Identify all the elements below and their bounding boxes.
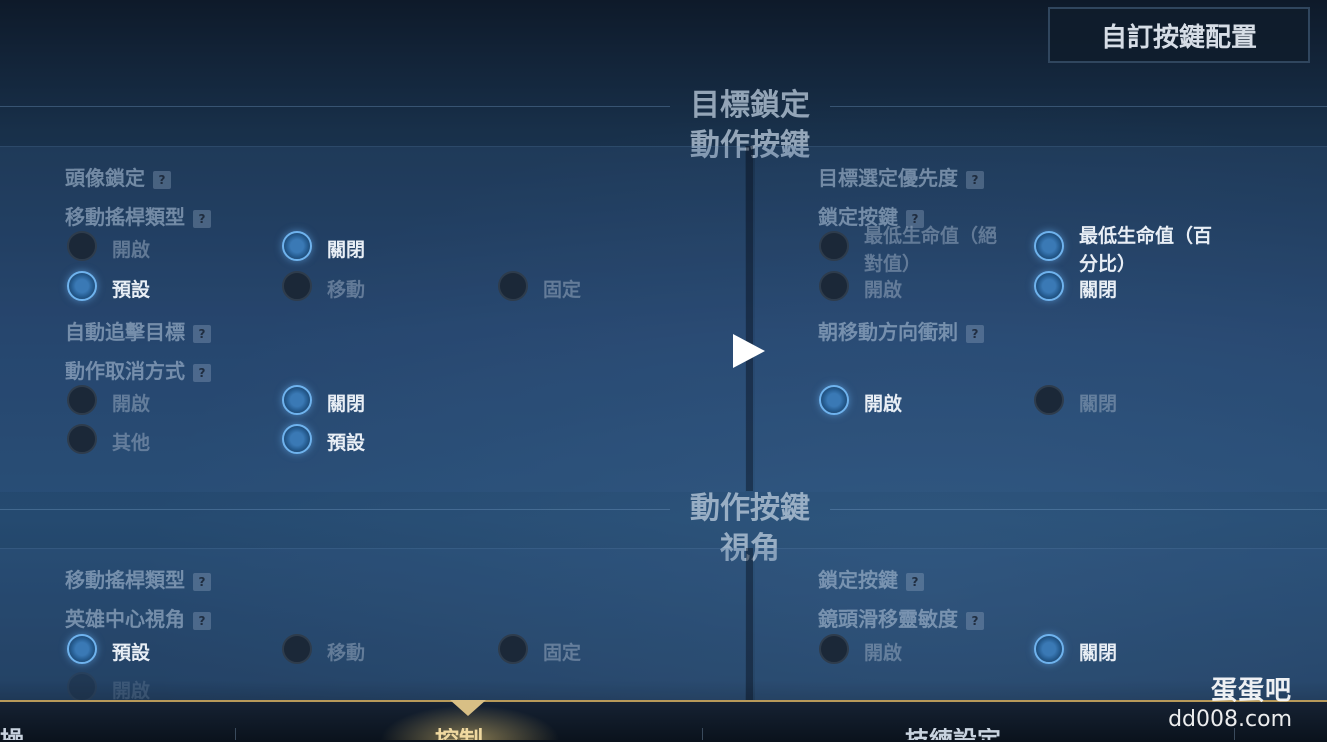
setting-auto-chase: 自動追擊目標? — [65, 316, 211, 345]
radio-cancel-off[interactable] — [282, 385, 312, 415]
help-icon[interactable]: ? — [966, 324, 984, 343]
section-title-target-lock: 目標鎖定 — [690, 88, 810, 123]
radio-camera-on[interactable] — [819, 634, 849, 664]
radio-cancel-other[interactable] — [67, 424, 97, 454]
setting-cancel-mode: 動作取消方式? — [65, 355, 211, 384]
section-divider-left — [0, 509, 670, 510]
option-label: 最低生命值（百 — [1079, 225, 1213, 247]
option-label: 固定 — [543, 642, 582, 664]
setting-joystick-type-2: 移動搖桿類型? — [65, 564, 211, 593]
radio-camera-off[interactable] — [1034, 634, 1064, 664]
setting-joystick-type: 移動搖桿類型? — [65, 201, 211, 230]
radio-cancel-default[interactable] — [282, 424, 312, 454]
help-icon[interactable]: ? — [966, 611, 984, 630]
tab-operation[interactable]: 操 — [0, 728, 24, 740]
help-icon[interactable]: ? — [966, 170, 984, 189]
help-icon[interactable]: ? — [153, 170, 171, 189]
option-label: 開啟 — [864, 279, 903, 301]
radio-dash-on[interactable] — [819, 385, 849, 415]
panel-divider — [746, 146, 753, 491]
play-icon[interactable] — [733, 334, 765, 368]
option-label: 分比） — [1079, 253, 1137, 275]
option-label: 最低生命值（絕 — [864, 225, 998, 247]
radio-joystick-off[interactable] — [282, 231, 312, 261]
radio-fixed[interactable] — [498, 271, 528, 301]
option-label: 開啟 — [112, 393, 151, 415]
option-label: 移動 — [327, 642, 366, 664]
help-icon[interactable]: ? — [906, 572, 924, 591]
custom-key-config-button[interactable]: 自訂按鍵配置 — [1048, 7, 1310, 63]
section-title-action-keys: 動作按鍵 — [690, 491, 810, 526]
option-label: 固定 — [543, 279, 582, 301]
help-icon[interactable]: ? — [193, 209, 211, 228]
option-label: 關閉 — [1079, 393, 1118, 415]
option-label: 預設 — [112, 279, 151, 301]
active-tab-indicator-icon — [450, 700, 486, 716]
radio-lock-on[interactable] — [819, 271, 849, 301]
section-divider-left — [0, 106, 670, 107]
option-label: 移動 — [327, 279, 366, 301]
radio-joystick-on[interactable] — [67, 231, 97, 261]
radio-hero-default[interactable] — [67, 634, 97, 664]
option-label: 預設 — [112, 642, 151, 664]
radio-dash-off[interactable] — [1034, 385, 1064, 415]
option-label: 開啟 — [112, 239, 151, 261]
radio-lowest-hp-absolute[interactable] — [819, 231, 849, 261]
setting-camera-sensitivity: 鏡頭滑移靈敏度? — [818, 603, 984, 632]
option-label: 關閉 — [327, 239, 366, 261]
bottom-tab-bar — [0, 700, 1327, 742]
tab-separator — [702, 728, 703, 740]
radio-cancel-on[interactable] — [67, 385, 97, 415]
panel-divider — [746, 548, 753, 700]
setting-dash-direction: 朝移動方向衝刺? — [818, 316, 984, 345]
section-divider-right — [830, 509, 1327, 510]
option-label: 關閉 — [327, 393, 366, 415]
option-label: 開啟 — [112, 680, 151, 702]
watermark: 蛋蛋吧 dd008.com — [1168, 670, 1292, 732]
watermark-url: dd008.com — [1168, 707, 1292, 732]
radio-default[interactable] — [67, 271, 97, 301]
option-label: 其他 — [112, 432, 151, 454]
radio-hero-on[interactable] — [67, 672, 97, 702]
radio-hero-fixed[interactable] — [498, 634, 528, 664]
radio-move[interactable] — [282, 271, 312, 301]
option-label: 預設 — [327, 432, 366, 454]
watermark-name: 蛋蛋吧 — [1210, 676, 1292, 706]
option-label: 開啟 — [864, 642, 903, 664]
radio-hero-move[interactable] — [282, 634, 312, 664]
option-label: 關閉 — [1079, 279, 1118, 301]
option-label: 開啟 — [864, 393, 903, 415]
option-label: 關閉 — [1079, 642, 1118, 664]
help-icon[interactable]: ? — [193, 324, 211, 343]
tab-control[interactable]: 控制 — [435, 728, 483, 740]
radio-lock-off[interactable] — [1034, 271, 1064, 301]
setting-target-priority: 目標選定優先度? — [818, 162, 984, 191]
tab-separator — [235, 728, 236, 740]
setting-avatar-lock: 頭像鎖定? — [65, 162, 171, 191]
help-icon[interactable]: ? — [193, 363, 211, 382]
option-label: 對值） — [864, 253, 922, 275]
setting-hero-center-view: 英雄中心視角? — [65, 603, 211, 632]
radio-lowest-hp-percent[interactable] — [1034, 231, 1064, 261]
tab-skill-settings[interactable]: 技練設定 — [905, 728, 1001, 740]
section-divider-right — [830, 106, 1327, 107]
help-icon[interactable]: ? — [193, 611, 211, 630]
setting-lock-button-2: 鎖定按鍵? — [818, 564, 924, 593]
help-icon[interactable]: ? — [193, 572, 211, 591]
